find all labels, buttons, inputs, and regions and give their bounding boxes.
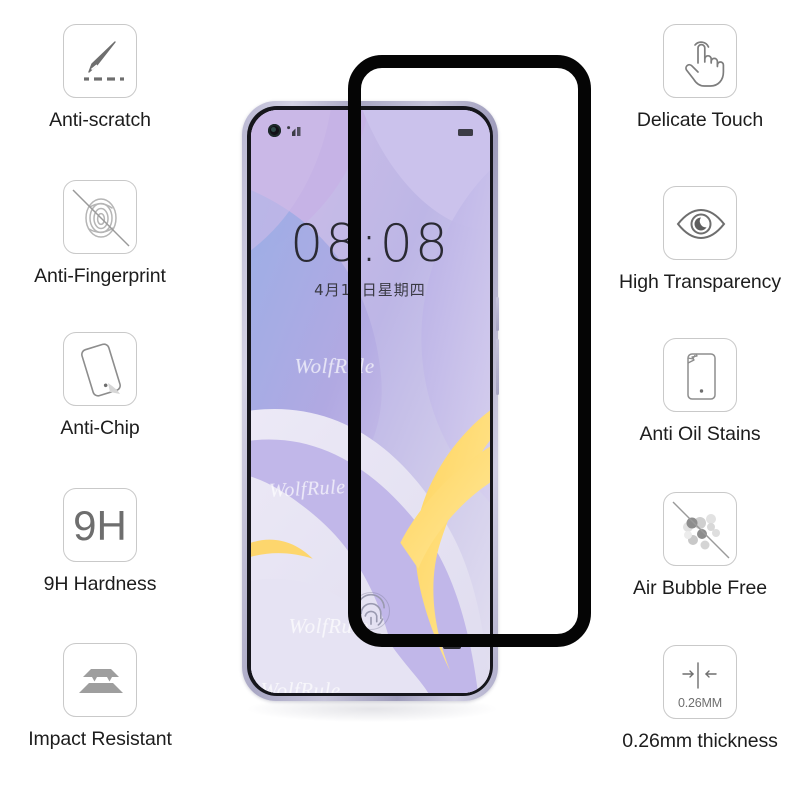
feature-label: Anti-Fingerprint (34, 265, 166, 287)
camera-icon[interactable] (442, 633, 464, 651)
feature-impact-resistant: Impact Resistant (0, 643, 200, 750)
tap-hand-icon (663, 24, 737, 98)
right-feature-column: Delicate Touch High Transparency Anti Oi… (600, 0, 800, 800)
bubbles-slash-icon (663, 492, 737, 566)
feature-anti-chip: Anti-Chip (0, 332, 200, 439)
feature-anti-fingerprint: Anti-Fingerprint (0, 180, 200, 287)
left-feature-column: Anti-scratch Anti-Fingerprint Anti-Chip … (0, 0, 200, 800)
phone-screen[interactable]: 08:08 4月13日星期四 WolfRule WolfRule WolfRul… (250, 109, 490, 693)
volume-down-button[interactable] (495, 339, 499, 395)
feature-label: Anti-scratch (49, 109, 151, 131)
9h-text-icon: 9H (63, 488, 137, 562)
volume-up-button[interactable] (495, 297, 499, 331)
feature-thickness: 0.26MM 0.26mm thickness (600, 645, 800, 752)
feature-9h-hardness: 9H 9H Hardness (0, 488, 200, 595)
product-feature-poster: Anti-scratch Anti-Fingerprint Anti-Chip … (0, 0, 800, 800)
feature-air-bubble-free: Air Bubble Free (600, 492, 800, 599)
phone-bezel: 08:08 4月13日星期四 WolfRule WolfRule WolfRul… (247, 106, 493, 696)
scalpel-scratch-icon (63, 24, 137, 98)
layered-plates-icon (63, 643, 137, 717)
feature-label: High Transparency (619, 271, 781, 293)
phone-frame: 08:08 4月13日星期四 WolfRule WolfRule WolfRul… (242, 101, 499, 701)
feature-high-transparency: High Transparency (600, 186, 800, 293)
9h-icon-text: 9H (73, 502, 127, 549)
phone-crack-icon (663, 338, 737, 412)
fingerprint-slash-icon (63, 180, 137, 254)
feature-delicate-touch: Delicate Touch (600, 24, 800, 131)
feature-label: Impact Resistant (28, 728, 172, 750)
feature-anti-oil-stains: Anti Oil Stains (600, 338, 800, 445)
fingerprint-icon[interactable] (352, 591, 390, 630)
feature-label: Air Bubble Free (633, 577, 767, 599)
caliper-arrows-icon: 0.26MM (663, 645, 737, 719)
phone-mockup: 08:08 4月13日星期四 WolfRule WolfRule WolfRul… (240, 98, 502, 722)
eye-icon (663, 186, 737, 260)
feature-anti-scratch: Anti-scratch (0, 24, 200, 131)
phone-tilted-icon (63, 332, 137, 406)
feature-label: 9H Hardness (43, 573, 157, 595)
feature-label: 0.26mm thickness (622, 730, 778, 752)
feature-label: Delicate Touch (636, 109, 764, 131)
feature-label: Anti Oil Stains (639, 423, 761, 445)
feature-label: Anti-Chip (60, 417, 140, 439)
thickness-icon-text: 0.26MM (678, 696, 722, 710)
